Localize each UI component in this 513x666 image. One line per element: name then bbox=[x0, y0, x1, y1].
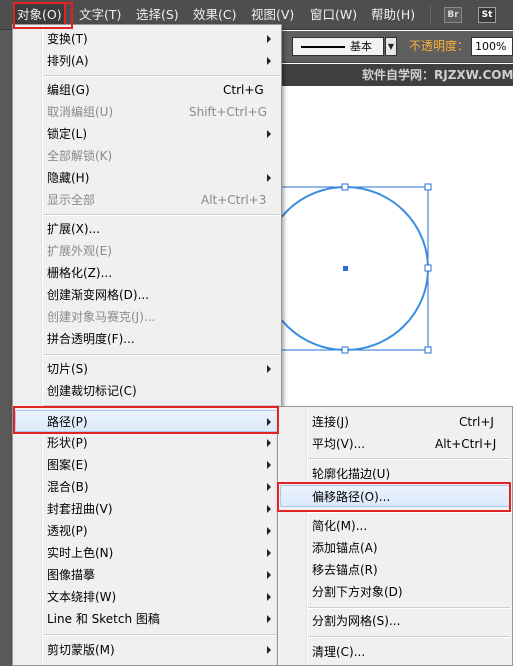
chevron-right-icon bbox=[265, 50, 273, 72]
menu-separator bbox=[308, 458, 510, 460]
menu-separator bbox=[43, 354, 279, 356]
menu-item-remove-anchor-points[interactable]: 移去锚点(R) bbox=[280, 559, 510, 581]
chevron-right-icon bbox=[265, 520, 273, 542]
menu-item-envelope-distort[interactable]: 封套扭曲(V) bbox=[15, 498, 279, 520]
menu-item-text-wrap[interactable]: 文本绕排(W) bbox=[15, 586, 279, 608]
stroke-profile-label: 基本 bbox=[350, 40, 372, 53]
menu-window[interactable]: 窗口(W) bbox=[310, 0, 357, 30]
menu-help[interactable]: 帮助(H) bbox=[371, 0, 415, 30]
menu-item-join[interactable]: 连接(J) Ctrl+J bbox=[280, 411, 510, 433]
menu-item-perspective[interactable]: 透视(P) bbox=[15, 520, 279, 542]
resize-handle[interactable] bbox=[424, 346, 432, 354]
resize-handle[interactable] bbox=[341, 183, 349, 191]
menu-item-group[interactable]: 编组(G) Ctrl+G bbox=[15, 79, 279, 101]
menu-item-slice[interactable]: 切片(S) bbox=[15, 358, 279, 380]
resize-handle[interactable] bbox=[424, 264, 432, 272]
menu-item-divide-objects-below[interactable]: 分割下方对象(D) bbox=[280, 581, 510, 603]
menu-item-shape[interactable]: 形状(P) bbox=[15, 432, 279, 454]
menu-item-add-anchor-points[interactable]: 添加锚点(A) bbox=[280, 537, 510, 559]
chevron-right-icon bbox=[265, 358, 273, 380]
menu-item-transform[interactable]: 变换(T) bbox=[15, 28, 279, 50]
menu-separator bbox=[308, 607, 510, 609]
circle-shape[interactable] bbox=[262, 186, 429, 351]
menu-item-split-into-grid[interactable]: 分割为网格(S)... bbox=[280, 610, 510, 632]
path-submenu: 连接(J) Ctrl+J 平均(V)... Alt+Ctrl+J 轮廓化描边(U) … bbox=[277, 406, 513, 666]
menu-item-show-all: 显示全部 Alt+Ctrl+3 bbox=[47, 193, 267, 207]
chevron-right-icon bbox=[265, 411, 273, 433]
menu-separator bbox=[308, 636, 510, 638]
menu-item-object-mosaic: 创建对象马赛克(J)... bbox=[47, 310, 156, 324]
menu-item-average[interactable]: 平均(V)... Alt+Ctrl+J bbox=[280, 433, 510, 455]
stock-icon[interactable]: St bbox=[478, 7, 496, 23]
chevron-right-icon bbox=[265, 167, 273, 189]
menu-item-unlock-all: 全部解锁(K) bbox=[47, 149, 113, 163]
chevron-right-icon bbox=[265, 432, 273, 454]
resize-handle[interactable] bbox=[341, 346, 349, 354]
selection-bounding-box bbox=[262, 186, 429, 351]
object-menu-dropdown: 变换(T) 排列(A) 编组(G) Ctrl+G 取消编组(U) Shift+Ctr… bbox=[12, 24, 282, 666]
menu-item-simplify[interactable]: 简化(M)... bbox=[280, 515, 510, 537]
menu-item-hide[interactable]: 隐藏(H) bbox=[15, 167, 279, 189]
chevron-right-icon bbox=[265, 542, 273, 564]
bridge-icon[interactable]: Br bbox=[444, 7, 462, 23]
resize-handle[interactable] bbox=[424, 183, 432, 191]
menu-item-gradient-mesh[interactable]: 创建渐变网格(D)... bbox=[15, 284, 279, 306]
menu-item-crop-marks[interactable]: 创建裁切标记(C) bbox=[15, 380, 279, 402]
menu-separator bbox=[43, 634, 279, 636]
chevron-right-icon bbox=[265, 28, 273, 50]
chevron-right-icon bbox=[265, 586, 273, 608]
menu-item-outline-stroke[interactable]: 轮廓化描边(U) bbox=[280, 463, 510, 485]
menubar-divider bbox=[430, 6, 431, 24]
stroke-preview-line bbox=[301, 46, 345, 48]
menu-item-expand[interactable]: 扩展(X)... bbox=[15, 218, 279, 240]
chevron-down-icon[interactable]: ▼ bbox=[385, 37, 397, 56]
menu-item-line-sketch-art[interactable]: Line 和 Sketch 图稿 bbox=[15, 608, 279, 630]
menu-item-lock[interactable]: 锁定(L) bbox=[15, 123, 279, 145]
menu-item-flatten-transparency[interactable]: 拼合透明度(F)... bbox=[15, 328, 279, 350]
chevron-right-icon bbox=[265, 639, 273, 661]
menu-item-pattern[interactable]: 图案(E) bbox=[15, 454, 279, 476]
menu-item-expand-appearance: 扩展外观(E) bbox=[47, 244, 112, 258]
menu-separator bbox=[43, 75, 279, 77]
center-point bbox=[343, 266, 348, 271]
menu-item-blend[interactable]: 混合(B) bbox=[15, 476, 279, 498]
menu-item-live-paint[interactable]: 实时上色(N) bbox=[15, 542, 279, 564]
chevron-right-icon bbox=[265, 608, 273, 630]
stroke-profile-select[interactable]: 基本 bbox=[292, 37, 384, 56]
menu-item-image-trace[interactable]: 图像描摹 bbox=[15, 564, 279, 586]
chevron-right-icon bbox=[265, 454, 273, 476]
chevron-right-icon bbox=[265, 498, 273, 520]
menu-item-offset-path[interactable]: 偏移路径(O)... bbox=[280, 485, 510, 507]
menu-item-ungroup: 取消编组(U) Shift+Ctrl+G bbox=[47, 105, 268, 119]
menu-item-arrange[interactable]: 排列(A) bbox=[15, 50, 279, 72]
opacity-label[interactable]: 不透明度： bbox=[409, 37, 469, 56]
menu-item-path[interactable]: 路径(P) bbox=[15, 410, 279, 432]
menu-separator bbox=[308, 511, 510, 513]
chevron-right-icon bbox=[265, 564, 273, 586]
menu-separator bbox=[43, 214, 279, 216]
watermark-text: 软件自学网：RJZXW.COM bbox=[362, 68, 513, 82]
menu-separator bbox=[43, 405, 279, 407]
menu-item-rasterize[interactable]: 栅格化(Z)... bbox=[15, 262, 279, 284]
menu-item-clean-up[interactable]: 清理(C)... bbox=[280, 641, 510, 663]
opacity-input[interactable]: 100% bbox=[471, 37, 513, 56]
menu-item-clipping-mask[interactable]: 剪切蒙版(M) bbox=[15, 639, 279, 661]
chevron-right-icon bbox=[265, 476, 273, 498]
tools-panel-edge bbox=[0, 30, 12, 666]
chevron-right-icon bbox=[265, 123, 273, 145]
